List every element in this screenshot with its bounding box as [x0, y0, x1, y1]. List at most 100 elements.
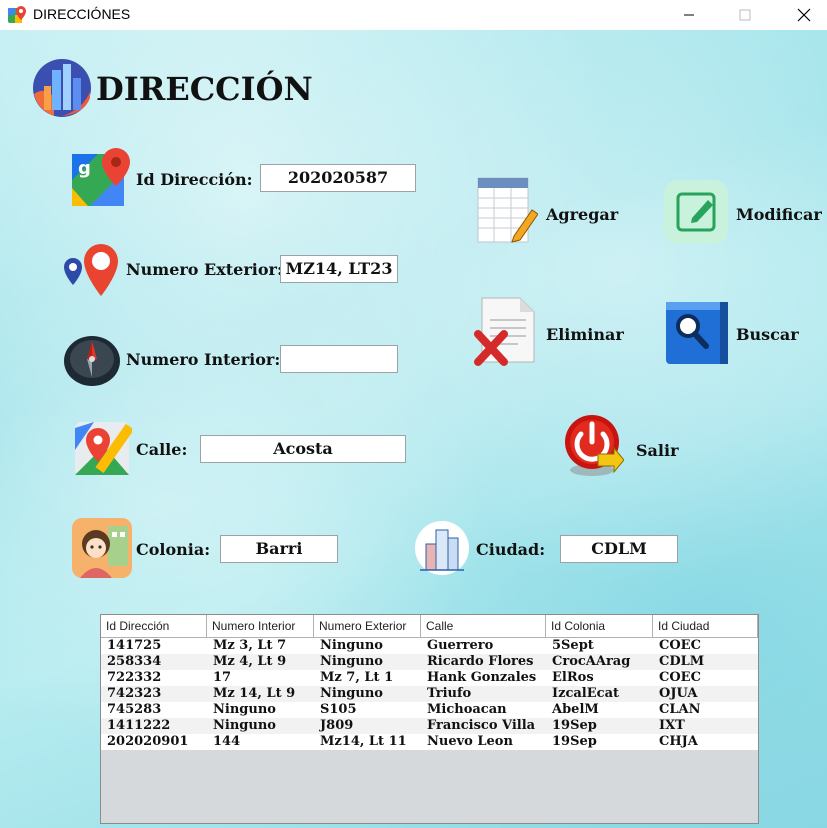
table-cell-id-colonia: ElRos: [552, 670, 594, 685]
table-cell-id-colonia: AbelM: [552, 702, 599, 717]
table-cell-numero-exterior: S105: [320, 702, 357, 717]
id-direccion-label: Id Dirección:: [136, 170, 253, 189]
power-exit-icon: [565, 415, 624, 476]
title-bar: DIRECCIÓNES: [0, 0, 827, 30]
table-cell-id-colonia: IzcalEcat: [552, 686, 619, 701]
table-cell-numero-interior: 144: [213, 734, 241, 749]
numero-interior-label: Numero Interior:: [126, 350, 281, 369]
column-header-numero-interior[interactable]: Numero Interior: [207, 615, 314, 637]
table-row[interactable]: 722332 17 Mz 7, Lt 1 Hank Gonzales ElRos COEC: [101, 670, 758, 686]
maximize-icon: [739, 9, 751, 21]
minimize-button[interactable]: [666, 0, 712, 30]
column-header-id-direccion[interactable]: Id Dirección: [101, 615, 207, 637]
spreadsheet-pencil-icon: [477, 177, 538, 243]
window-title: DIRECCIÓNES: [33, 6, 131, 22]
table-cell-calle: Michoacan: [427, 702, 507, 717]
table-cell-id-direccion: 745283: [107, 702, 162, 717]
table-cell-id-colonia: 19Sep: [552, 718, 597, 733]
table-cell-id-direccion: 722332: [107, 670, 162, 685]
colonia-label: Colonia:: [136, 540, 211, 559]
table-cell-id-ciudad: COEC: [659, 638, 701, 653]
table-header: Id Dirección Numero Interior Numero Exte…: [101, 615, 758, 638]
google-maps-icon: g: [72, 148, 130, 206]
table-body: 141725 Mz 3, Lt 7 Ninguno Guerrero 5Sept COEC…: [101, 638, 758, 750]
table-cell-id-colonia: 19Sep: [552, 734, 597, 749]
table-cell-numero-interior: Ninguno: [213, 718, 276, 733]
person-neighborhood-icon: [72, 518, 132, 578]
calle-field[interactable]: Acosta: [200, 435, 406, 463]
calle-label: Calle:: [136, 440, 188, 459]
table-row[interactable]: 141725 Mz 3, Lt 7 Ninguno Guerrero 5Sept COEC: [101, 638, 758, 654]
table-cell-numero-exterior: Mz 7, Lt 1: [320, 670, 394, 685]
document-delete-icon: [474, 297, 535, 366]
city-icon: [33, 59, 91, 117]
table-cell-numero-exterior: Mz14, Lt 11: [320, 734, 407, 749]
table-cell-calle: Nuevo Leon: [427, 734, 513, 749]
numero-exterior-label: Numero Exterior:: [126, 260, 283, 279]
page-title: DIRECCIÓN: [96, 70, 313, 108]
table-cell-id-ciudad: CLAN: [659, 702, 701, 717]
map-pins-icon: [64, 244, 118, 296]
table-cell-numero-interior: Mz 14, Lt 9: [213, 686, 296, 701]
svg-text:g: g: [78, 158, 91, 179]
salir-button[interactable]: Salir: [564, 414, 684, 480]
table-cell-numero-interior: Ninguno: [213, 702, 276, 717]
compass-icon: [64, 336, 120, 386]
modificar-label: Modificar: [736, 205, 822, 224]
eliminar-button[interactable]: Eliminar: [474, 296, 624, 368]
table-cell-numero-exterior: J809: [320, 718, 354, 733]
direcciones-table[interactable]: Id Dirección Numero Interior Numero Exte…: [100, 614, 759, 824]
table-cell-numero-interior: Mz 4, Lt 9: [213, 654, 287, 669]
column-header-numero-exterior[interactable]: Numero Exterior: [314, 615, 421, 637]
eliminar-label: Eliminar: [546, 325, 624, 344]
map-pin-icon: [8, 6, 26, 23]
table-cell-id-colonia: CrocAArag: [552, 654, 631, 669]
maximize-button[interactable]: [722, 0, 768, 30]
agregar-label: Agregar: [546, 205, 619, 224]
salir-label: Salir: [636, 441, 679, 460]
table-row[interactable]: 745283 Ninguno S105 Michoacan AbelM CLAN: [101, 702, 758, 718]
ciudad-label: Ciudad:: [476, 540, 546, 559]
table-cell-id-direccion: 742323: [107, 686, 162, 701]
table-cell-id-direccion: 141725: [107, 638, 162, 653]
agregar-button[interactable]: Agregar: [474, 176, 624, 250]
table-cell-calle: Triufo: [427, 686, 472, 701]
edit-note-icon: [664, 180, 728, 244]
table-cell-id-ciudad: CDLM: [659, 654, 705, 669]
table-cell-calle: Hank Gonzales: [427, 670, 537, 685]
buscar-button[interactable]: Buscar: [662, 298, 827, 368]
modificar-button[interactable]: Modificar: [662, 178, 827, 250]
table-cell-numero-interior: 17: [213, 670, 232, 685]
table-cell-calle: Guerrero: [427, 638, 494, 653]
column-header-id-colonia[interactable]: Id Colonia: [546, 615, 653, 637]
column-header-id-ciudad[interactable]: Id Ciudad: [653, 615, 758, 637]
table-cell-calle: Ricardo Flores: [427, 654, 534, 669]
table-cell-id-direccion: 258334: [107, 654, 162, 669]
buscar-label: Buscar: [736, 325, 799, 344]
ciudad-field[interactable]: CDLM: [560, 535, 678, 563]
table-row[interactable]: 1411222 Ninguno J809 Francisco Villa 19Sep IX…: [101, 718, 758, 734]
table-cell-calle: Francisco Villa: [427, 718, 536, 733]
table-cell-numero-exterior: Ninguno: [320, 654, 383, 669]
minimize-icon: [684, 14, 694, 16]
table-cell-id-direccion: 1411222: [107, 718, 171, 733]
id-direccion-field[interactable]: 202020587: [260, 164, 416, 192]
table-cell-id-ciudad: CHJA: [659, 734, 698, 749]
table-row[interactable]: 742323 Mz 14, Lt 9 Ninguno Triufo IzcalEcat O…: [101, 686, 758, 702]
table-cell-id-direccion: 202020901: [107, 734, 189, 749]
buildings-icon: [415, 521, 469, 575]
table-cell-id-ciudad: IXT: [659, 718, 685, 733]
table-cell-id-ciudad: OJUA: [659, 686, 698, 701]
table-row[interactable]: 202020901 144 Mz14, Lt 11 Nuevo Leon 19Sep CH…: [101, 734, 758, 750]
table-cell-numero-interior: Mz 3, Lt 7: [213, 638, 287, 653]
column-header-calle[interactable]: Calle: [421, 615, 546, 637]
search-folder-icon: [666, 302, 728, 364]
maps-icon: [75, 422, 132, 475]
table-cell-numero-exterior: Ninguno: [320, 638, 383, 653]
table-cell-id-ciudad: COEC: [659, 670, 701, 685]
numero-interior-field[interactable]: [280, 345, 398, 373]
table-row[interactable]: 258334 Mz 4, Lt 9 Ninguno Ricardo Flores Cro…: [101, 654, 758, 670]
colonia-field[interactable]: Barri: [220, 535, 338, 563]
close-button[interactable]: [781, 0, 827, 30]
numero-exterior-field[interactable]: MZ14, LT23: [280, 255, 398, 283]
